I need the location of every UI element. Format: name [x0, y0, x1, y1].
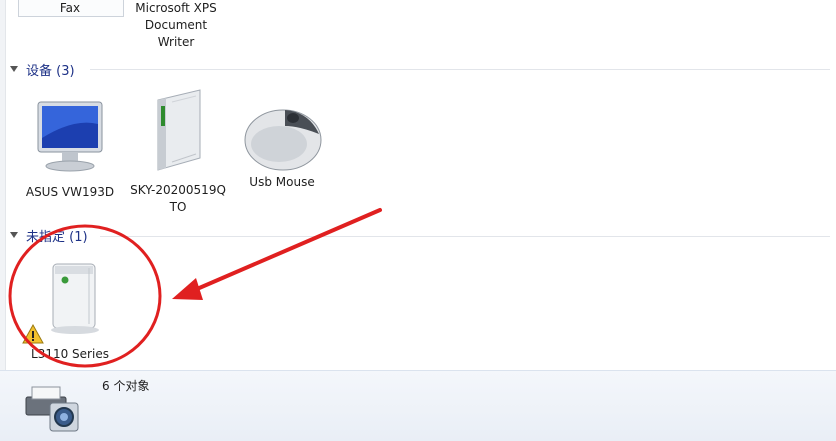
- computer-tower-icon: [157, 89, 201, 171]
- device-label-line: TO: [169, 200, 187, 214]
- device-label: L3110 Series: [31, 347, 109, 361]
- collapse-triangle-icon[interactable]: [10, 232, 18, 238]
- device-tile-computer[interactable]: SKY-20200519Q TO: [124, 88, 232, 216]
- device-tile-xps-writer[interactable]: Microsoft XPS Document Writer: [122, 0, 230, 51]
- group-title: 设备 (3): [26, 63, 75, 79]
- annotation-arrow: [188, 208, 382, 294]
- device-label: Fax: [59, 1, 81, 15]
- group-header-devices[interactable]: 设备 (3): [10, 59, 75, 79]
- device-label: ASUS VW193D: [25, 185, 115, 199]
- device-tile-mouse[interactable]: Usb Mouse: [234, 96, 330, 206]
- device-label-line: Writer: [157, 35, 195, 49]
- device-tile-fax[interactable]: Fax: [20, 0, 120, 17]
- monitor-icon: [37, 101, 103, 172]
- status-bar: 6 个对象: [0, 370, 836, 441]
- object-count: 6 个对象: [102, 379, 150, 393]
- group-divider: [100, 236, 830, 237]
- printer-unspecified-icon: [51, 263, 99, 334]
- warning-icon: [22, 324, 44, 344]
- group-title: 未指定 (1): [26, 229, 88, 245]
- collapse-triangle-icon[interactable]: [10, 66, 18, 72]
- device-label-line: SKY-20200519Q: [130, 183, 226, 197]
- device-tile-monitor[interactable]: ASUS VW193D: [20, 92, 120, 202]
- group-header-unspecified[interactable]: 未指定 (1): [10, 225, 88, 245]
- group-divider: [90, 69, 830, 70]
- annotation-arrowhead: [172, 278, 203, 300]
- device-label: Usb Mouse: [249, 175, 315, 189]
- device-label-line: Microsoft XPS: [135, 1, 217, 15]
- mouse-icon: [244, 109, 322, 171]
- printer-camera-icon: [25, 386, 79, 432]
- device-label-line: Document: [144, 18, 208, 32]
- device-tile-printer[interactable]: L3110 Series: [20, 258, 120, 366]
- window-left-edge: [0, 0, 6, 370]
